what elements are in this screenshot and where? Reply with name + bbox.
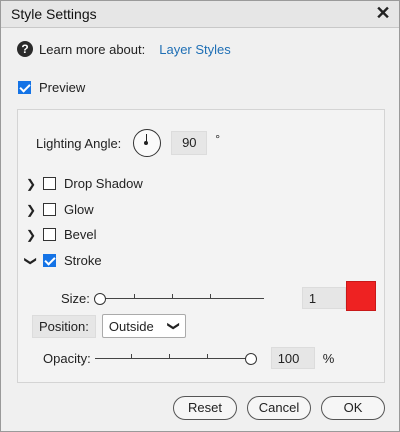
degree-unit: ° [215,132,221,146]
dialog-buttons: Reset Cancel OK [1,396,399,420]
stroke-label: Stroke [64,253,102,268]
help-row: ? Learn more about: Layer Styles [17,41,231,57]
question-circle-icon: ? [17,41,33,57]
lighting-angle-row: Lighting Angle: 90 ° [36,129,220,157]
slider-tick [171,294,173,299]
opacity-input[interactable]: 100 [270,347,315,369]
reset-button[interactable]: Reset [173,396,237,420]
opacity-slider[interactable] [94,353,257,365]
stroke-color-swatch[interactable] [346,281,376,311]
position-label: Position: [32,314,96,338]
style-settings-dialog: Style Settings ✕ ? Learn more about: Lay… [0,0,400,432]
preview-checkbox[interactable] [18,81,31,94]
size-slider-knob[interactable] [93,293,106,305]
effect-row-glow[interactable]: ❯ Glow [25,202,94,217]
opacity-label: Opacity: [43,350,91,366]
effect-row-drop-shadow[interactable]: ❯ Drop Shadow [25,176,143,191]
stroke-size-row: Size: 1 px [61,287,370,309]
title-bar: Style Settings ✕ [1,1,399,28]
close-icon[interactable]: ✕ [373,3,393,23]
dial-center [144,141,149,145]
size-label: Size: [61,290,90,306]
slider-tick [209,294,211,299]
preview-label: Preview [39,80,86,95]
chevron-right-icon[interactable]: ❯ [25,177,37,191]
slider-track [93,298,264,299]
angle-dial[interactable] [133,129,162,157]
position-select[interactable]: Outside ❯ [101,314,186,338]
window-title: Style Settings [11,6,97,22]
slider-tick [133,294,135,299]
slider-track [94,358,255,359]
stroke-opacity-row: Opacity: 100 % [43,347,334,369]
lighting-angle-label: Lighting Angle: [36,135,122,151]
help-prefix: Learn more about: [39,41,146,57]
preview-row[interactable]: Preview [18,80,85,95]
stroke-position-row: Position: Outside ❯ [32,314,186,338]
position-value: Outside [108,318,154,334]
chevron-down-icon[interactable]: ❯ [24,255,38,267]
slider-tick [168,354,170,359]
chevron-right-icon[interactable]: ❯ [25,203,37,217]
lighting-angle-input[interactable]: 90 [171,131,208,155]
glow-label: Glow [64,202,94,217]
layer-styles-link[interactable]: Layer Styles [159,42,231,57]
chevron-right-icon[interactable]: ❯ [25,228,37,242]
opacity-unit: % [322,350,335,366]
glow-checkbox[interactable] [43,203,56,216]
bevel-checkbox[interactable] [43,228,56,241]
bevel-label: Bevel [64,227,97,242]
cancel-button[interactable]: Cancel [247,396,311,420]
slider-tick [130,354,132,359]
chevron-down-icon: ❯ [166,320,181,332]
drop-shadow-label: Drop Shadow [64,176,143,191]
drop-shadow-checkbox[interactable] [43,177,56,190]
size-slider[interactable] [93,293,264,305]
opacity-slider-knob[interactable] [244,353,257,365]
slider-tick [206,354,208,359]
size-input[interactable]: 1 [301,287,346,309]
effect-row-bevel[interactable]: ❯ Bevel [25,227,97,242]
stroke-checkbox[interactable] [43,254,56,267]
effect-row-stroke[interactable]: ❯ Stroke [24,253,102,268]
ok-button[interactable]: OK [321,396,385,420]
